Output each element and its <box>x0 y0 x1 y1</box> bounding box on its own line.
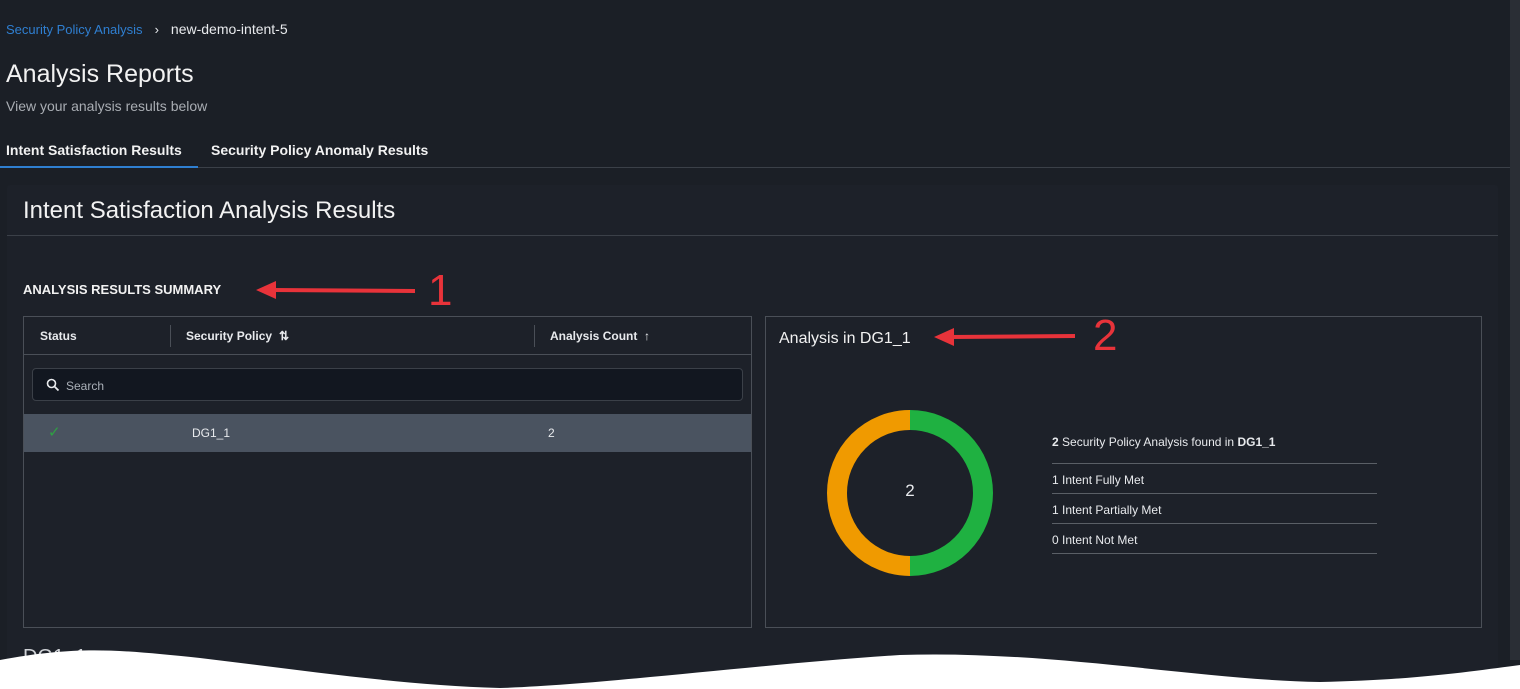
annotation-1: 1 <box>428 266 453 315</box>
annotation-arrows <box>256 281 1076 346</box>
scrollbar[interactable] <box>1510 0 1520 660</box>
torn-edge <box>0 650 1520 689</box>
annotation-2: 2 <box>1093 311 1118 360</box>
